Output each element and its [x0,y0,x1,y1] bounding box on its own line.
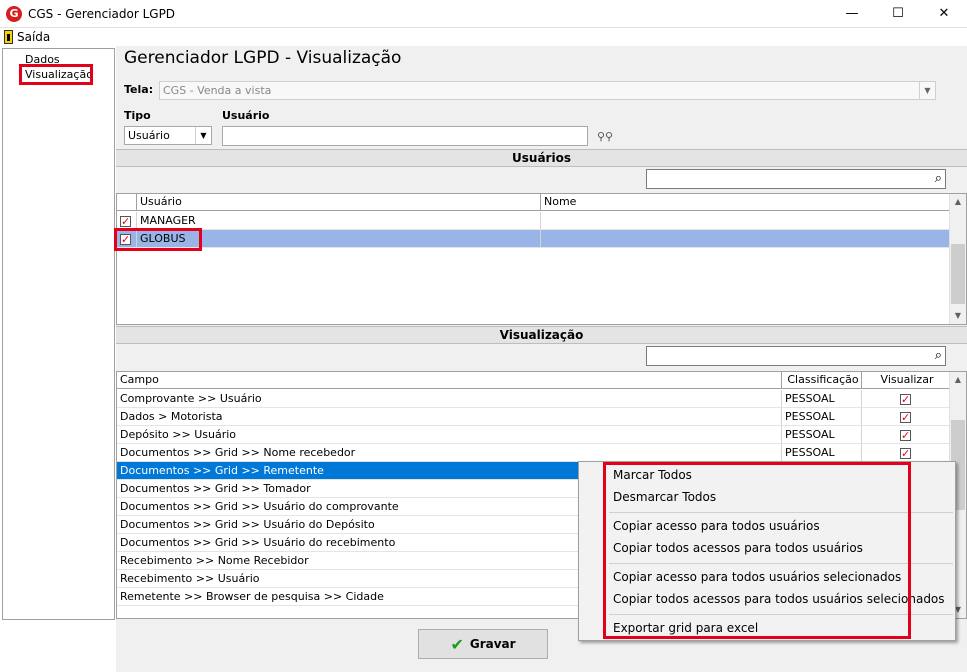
column-header-visualizar[interactable]: Visualizar [862,372,950,389]
tipo-value: Usuário [128,129,170,142]
app-logo-icon: G [6,6,22,22]
menu-bar: Saída [0,28,967,46]
page-title: Gerenciador LGPD - Visualização [124,48,402,68]
usuarios-search-input[interactable]: ⌕ [646,169,946,189]
title-bar: G CGS - Gerenciador LGPD — ☐ ✕ [0,0,967,28]
usuarios-grid[interactable]: Usuário Nome MANAGER GLOBUS ▲ ▼ [116,193,967,325]
checkbox[interactable] [900,427,911,443]
row-checkbox-cell[interactable] [117,212,137,230]
binoculars-search-icon[interactable]: ⚲⚲ [597,130,613,143]
usuario-input[interactable] [222,126,588,146]
tela-label: Tela: [124,83,154,96]
cell-nome [541,230,950,248]
cell-campo: Depósito >> Usuário [117,426,782,444]
check-icon: ✔ [450,634,464,654]
cell-usuario: GLOBUS [137,230,541,248]
exit-door-icon [4,30,13,44]
exit-label: Saída [17,30,51,44]
cell-visualizar[interactable] [862,408,950,426]
menu-item-desmarcar-todos[interactable]: Desmarcar Todos [613,490,716,504]
menu-separator [609,512,953,513]
header-check-cell [117,194,137,211]
checkbox[interactable] [900,445,911,461]
save-label: Gravar [469,637,516,651]
tipo-label: Tipo [124,109,151,122]
checkbox[interactable] [900,409,911,425]
scroll-up-arrow-icon[interactable]: ▲ [950,194,966,210]
tree-item-visualizacao[interactable]: Visualização [25,68,93,81]
visualizacao-search-input[interactable]: ⌕ [646,346,946,366]
cell-classificacao: PESSOAL [782,390,862,408]
usuarios-band-title: Usuários [116,149,967,167]
menu-separator [609,563,953,564]
window-title: CGS - Gerenciador LGPD [28,7,176,21]
cell-campo: Comprovante >> Usuário [117,390,782,408]
cell-visualizar[interactable] [862,444,950,462]
search-icon[interactable]: ⌕ [935,171,942,186]
menu-item-exportar-excel[interactable]: Exportar grid para excel [613,621,758,635]
cell-classificacao: PESSOAL [782,426,862,444]
tree-item-dados[interactable]: Dados [25,53,60,66]
tela-value: CGS - Venda a vista [163,84,272,97]
maximize-button[interactable]: ☐ [875,0,921,28]
menu-item-copiar-acesso-todos[interactable]: Copiar acesso para todos usuários [613,519,820,533]
usuarios-scrollbar[interactable]: ▲ ▼ [949,194,966,324]
menu-item-copiar-acesso-selecionados[interactable]: Copiar acesso para todos usuários seleci… [613,570,901,584]
cell-visualizar[interactable] [862,390,950,408]
chevron-down-icon: ▼ [195,127,211,144]
scroll-down-arrow-icon[interactable]: ▼ [950,308,966,324]
cell-classificacao: PESSOAL [782,444,862,462]
save-button[interactable]: ✔ Gravar [418,629,548,659]
navigation-tree: Dados Visualização [2,48,115,620]
checkbox[interactable] [120,231,131,247]
close-button[interactable]: ✕ [921,0,967,28]
exit-menu-item[interactable]: Saída [4,29,50,45]
cell-nome [541,212,950,230]
column-header-campo[interactable]: Campo [117,372,782,389]
cell-campo: Dados > Motorista [117,408,782,426]
minimize-button[interactable]: — [829,0,875,28]
cell-campo: Documentos >> Grid >> Nome recebedor [117,444,782,462]
column-header-usuario[interactable]: Usuário [137,194,541,211]
column-header-nome[interactable]: Nome [541,194,950,211]
cell-usuario: MANAGER [137,212,541,230]
menu-item-copiar-todos-acessos-selecionados[interactable]: Copiar todos acessos para todos usuários… [613,592,945,606]
checkbox[interactable] [900,391,911,407]
column-header-classificacao[interactable]: Classificação [782,372,862,389]
cell-visualizar[interactable] [862,426,950,444]
context-menu: Marcar Todos Desmarcar Todos Copiar aces… [578,461,956,641]
tipo-select[interactable]: Usuário ▼ [124,126,212,145]
usuarios-grid-header: Usuário Nome [117,194,950,211]
scroll-up-arrow-icon[interactable]: ▲ [950,372,966,388]
menu-item-copiar-todos-acessos-todos[interactable]: Copiar todos acessos para todos usuários [613,541,863,555]
scroll-thumb[interactable] [951,244,965,304]
usuario-label: Usuário [222,109,270,122]
chevron-down-icon: ▼ [919,82,935,99]
tela-combobox[interactable]: CGS - Venda a vista ▼ [159,81,936,100]
search-icon[interactable]: ⌕ [935,348,942,363]
menu-item-marcar-todos[interactable]: Marcar Todos [613,468,692,482]
visualizacao-grid-header: Campo Classificação Visualizar [117,372,950,389]
cell-classificacao: PESSOAL [782,408,862,426]
visualizacao-band-title: Visualização [116,326,967,344]
checkbox[interactable] [120,213,131,229]
menu-separator [609,614,953,615]
row-checkbox-cell[interactable] [117,230,137,248]
